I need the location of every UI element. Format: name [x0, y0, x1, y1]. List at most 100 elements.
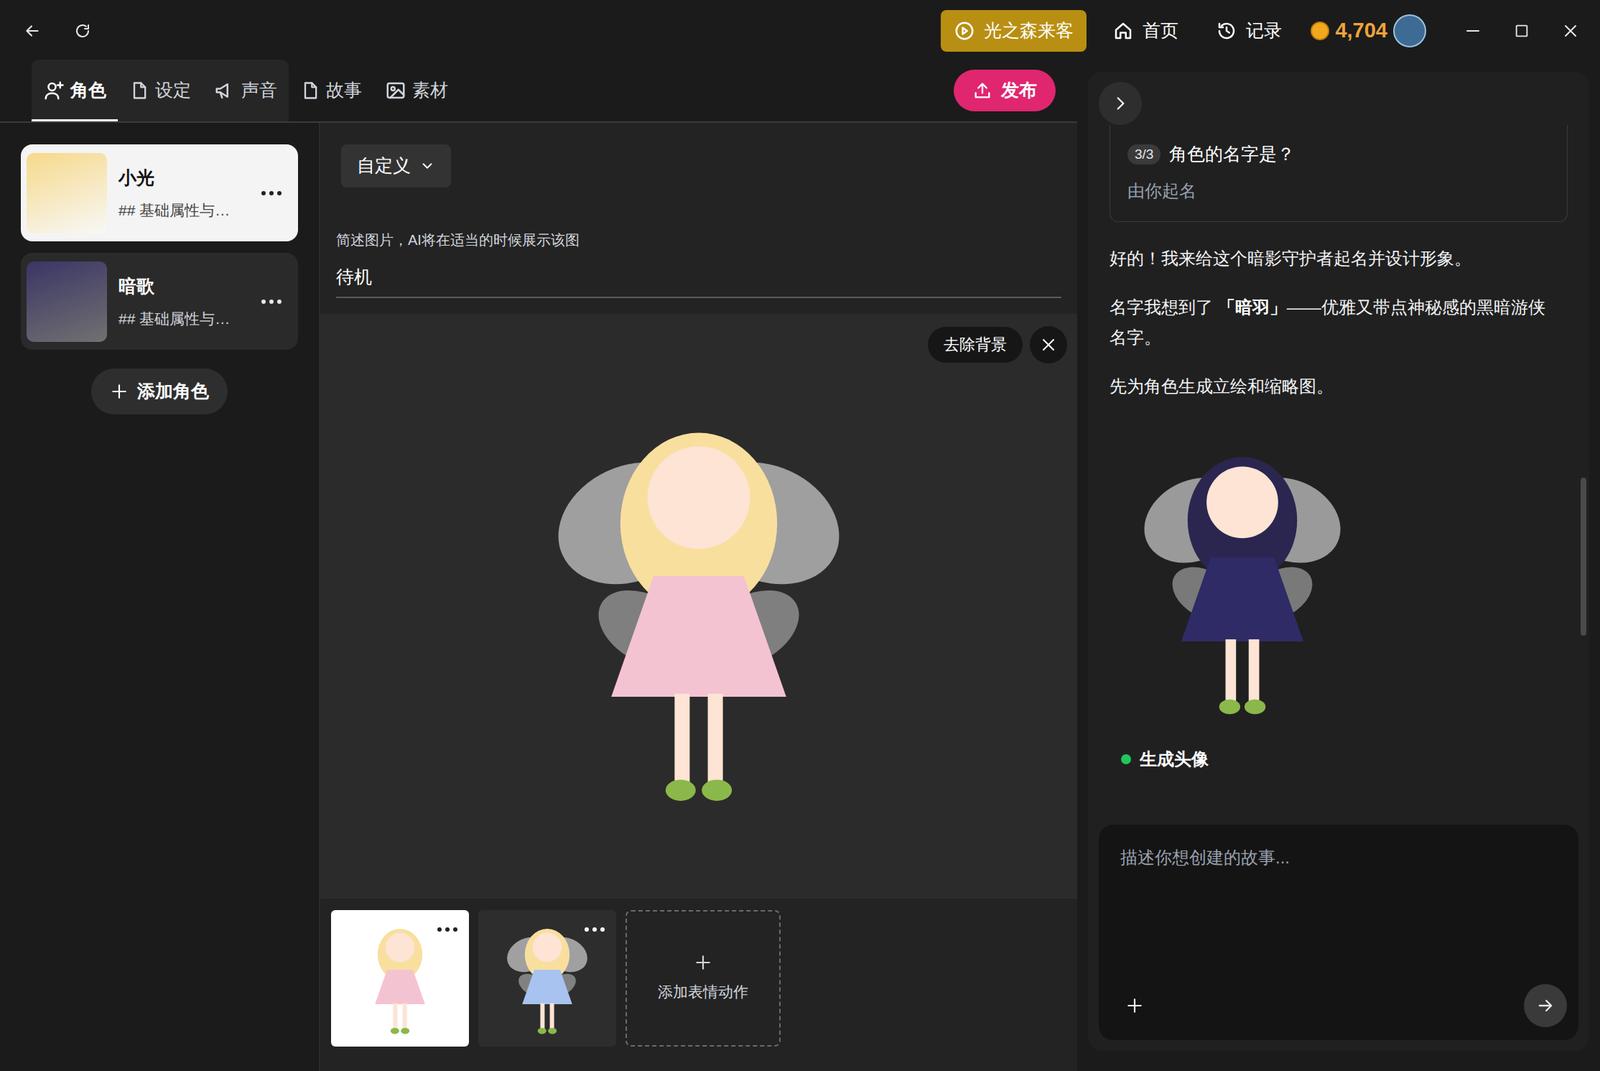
nav-item[interactable]: 首页	[1112, 17, 1179, 45]
minimize-icon[interactable]	[1454, 12, 1491, 49]
chevron-down-icon	[419, 157, 436, 174]
status-label: 生成头像	[1139, 746, 1209, 772]
more-icon[interactable]	[259, 185, 284, 201]
message-paragraph: 名字我想到了 「暗羽」——优雅又带点神秘感的黑暗游侠名字。	[1109, 292, 1554, 353]
coin-count: 4,704	[1335, 15, 1388, 47]
assistant-message: 好的！我来给这个暗影守护者起名并设计形象。名字我想到了 「暗羽」——优雅又带点神…	[1109, 243, 1568, 402]
plus-icon	[693, 952, 713, 972]
top-nav: 首页 记录	[1112, 17, 1282, 45]
add-character-button[interactable]: 添加角色	[91, 368, 228, 415]
refresh-icon[interactable]	[71, 20, 94, 42]
close-icon[interactable]	[1029, 326, 1068, 364]
status-dot	[1121, 754, 1132, 765]
tab-bar: 角色 设定 声音 故事 素材 发布	[0, 61, 1078, 123]
collapse-icon[interactable]	[1098, 81, 1142, 125]
user-icon	[43, 79, 65, 102]
coin-icon	[1310, 21, 1330, 41]
task-status: 生成头像	[1121, 746, 1568, 772]
play-button[interactable]: 光之森来客	[940, 10, 1087, 52]
tab-label[interactable]: 故事	[326, 76, 362, 105]
back-icon[interactable]	[21, 20, 44, 42]
add-character-label[interactable]: 添加角色	[137, 377, 209, 406]
question-title: 角色的名字是？	[1169, 140, 1295, 169]
character-picture	[540, 369, 857, 844]
tab-label[interactable]: 素材	[412, 76, 449, 105]
tab[interactable]: 故事	[288, 59, 374, 122]
tab-indicator	[31, 119, 118, 122]
tab[interactable]: 素材	[373, 59, 460, 122]
tab-label[interactable]: 角色	[70, 76, 107, 105]
composer	[1098, 824, 1579, 1040]
history-icon	[1215, 20, 1238, 42]
more-icon[interactable]	[259, 294, 284, 309]
character-list: 小光 ## 基础属性与… 暗歌 ## 基础属性与… 添加角色	[0, 122, 321, 1071]
add-expression-button[interactable]: 添加表情动作	[625, 909, 781, 1047]
step-badge: 3/3	[1127, 144, 1161, 166]
send-icon[interactable]	[1523, 983, 1567, 1027]
maximize-icon[interactable]	[1503, 12, 1540, 49]
tab-group: 角色 设定 声音	[31, 59, 289, 122]
character-name: 暗歌	[118, 272, 248, 301]
avatar-icon[interactable]	[1393, 14, 1427, 48]
publish-label[interactable]: 发布	[1001, 76, 1037, 105]
character-card[interactable]: 暗歌 ## 基础属性与…	[20, 252, 299, 350]
workspace: 角色 设定 声音 故事 素材 发布小光 ## 基础属性与… 暗歌 ## 基础属性与… 添加角色 自定…	[0, 61, 1078, 1071]
question-answer: 由你起名	[1127, 178, 1550, 204]
question-card: 3/3 角色的名字是？ 由你起名	[1109, 124, 1568, 222]
message-text: 名字我想到了	[1109, 297, 1218, 317]
thumbnail-picture	[504, 913, 591, 1043]
assistant-panel: 3/3角色的名字是？由你起名好的！我来给这个暗影守护者起名并设计形象。名字我想到…	[1087, 71, 1590, 1051]
add-expression-label[interactable]: 添加表情动作	[657, 980, 749, 1004]
main: 角色 设定 声音 故事 素材 发布小光 ## 基础属性与… 暗歌 ## 基础属性与… 添加角色 自定…	[0, 61, 1600, 1071]
speaker-icon	[214, 79, 236, 102]
image-editor: 自定义简述图片，AI将在适当的时候展示该图待机去除背景添加表情动作	[320, 122, 1078, 1071]
field-label: 简述图片，AI将在适当的时候展示该图	[320, 229, 1078, 251]
generated-picture	[1131, 420, 1354, 737]
more-icon[interactable]	[435, 925, 459, 933]
nav-label[interactable]: 首页	[1142, 17, 1179, 45]
title-bar: 光之森来客 首页 记录 4,704	[0, 0, 1600, 62]
description-value[interactable]: 待机	[336, 266, 372, 287]
remove-background-button[interactable]: 去除背景	[927, 326, 1023, 363]
character-desc: ## 基础属性与…	[118, 307, 248, 331]
thumbnail-picture	[356, 913, 444, 1043]
tab[interactable]: 设定	[117, 59, 203, 122]
tab-group: 故事 素材	[288, 59, 460, 122]
scrollbar	[1580, 477, 1587, 636]
thumbnail[interactable]	[478, 909, 617, 1047]
document-icon	[300, 80, 321, 101]
thumbnail[interactable]	[331, 909, 469, 1047]
image-icon	[384, 79, 407, 102]
story-input[interactable]	[1120, 844, 1557, 871]
play-label[interactable]: 光之森来客	[983, 17, 1074, 45]
home-icon	[1112, 20, 1134, 42]
message-paragraph: 先为角色生成立绘和缩略图。	[1109, 371, 1554, 402]
description-field[interactable]: 待机	[336, 263, 1062, 299]
plus-icon[interactable]	[1120, 991, 1150, 1020]
tab-label[interactable]: 设定	[155, 76, 192, 105]
tab[interactable]: 角色	[31, 59, 118, 122]
thumbnail-strip: 添加表情动作	[320, 898, 1078, 1047]
plus-icon	[109, 382, 129, 401]
chat-log: 3/3角色的名字是？由你起名好的！我来给这个暗影守护者起名并设计形象。名字我想到…	[1098, 124, 1579, 809]
publish-button[interactable]: 发布	[953, 69, 1056, 112]
more-icon[interactable]	[583, 925, 607, 933]
mode-label[interactable]: 自定义	[356, 152, 411, 180]
character-avatar	[26, 152, 108, 234]
message-text: 好的！我来给这个暗影守护者起名并设计形象。	[1109, 248, 1472, 268]
character-card[interactable]: 小光 ## 基础属性与…	[20, 144, 299, 242]
tab[interactable]: 声音	[202, 59, 289, 122]
image-preview: 去除背景	[320, 313, 1078, 899]
character-avatar	[26, 261, 108, 342]
message-text: 先为角色生成立绘和缩略图。	[1109, 376, 1334, 396]
character-desc: ## 基础属性与…	[118, 198, 248, 222]
nav-item[interactable]: 记录	[1215, 17, 1282, 45]
play-icon	[953, 20, 976, 42]
character-name: 小光	[118, 164, 248, 192]
mode-dropdown[interactable]: 自定义	[341, 144, 451, 188]
upload-icon	[972, 80, 993, 101]
nav-label[interactable]: 记录	[1245, 17, 1282, 45]
close-icon[interactable]	[1552, 12, 1589, 49]
tab-label[interactable]: 声音	[241, 76, 278, 105]
document-icon	[129, 80, 150, 101]
